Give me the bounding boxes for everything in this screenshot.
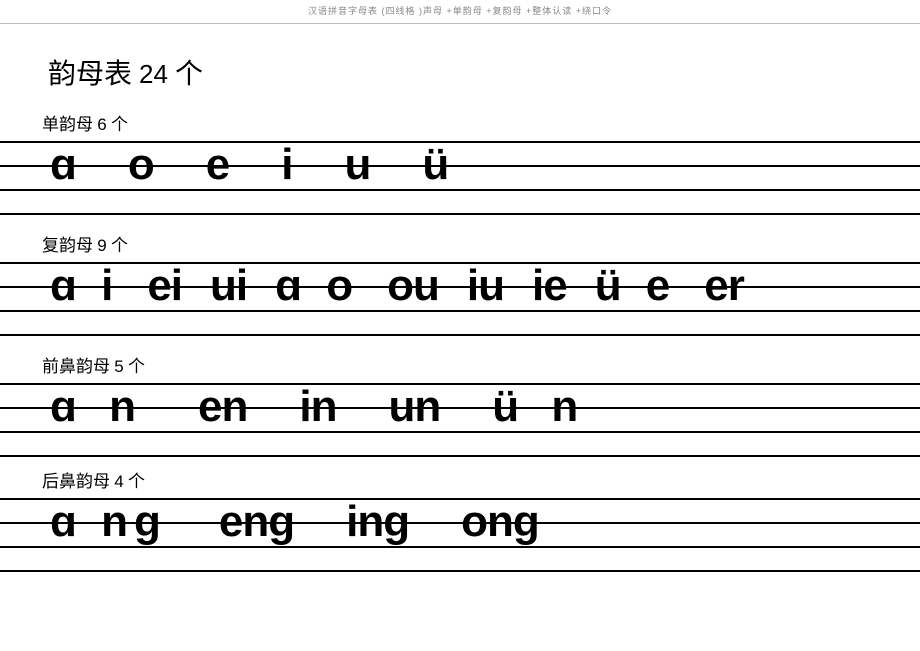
section-title-text: 复韵母 bbox=[42, 236, 93, 255]
section-unit: 个 bbox=[128, 357, 145, 376]
pinyin-item: ie bbox=[532, 262, 567, 310]
section-count: 5 bbox=[114, 357, 123, 376]
four-line-grid: ɑ o e i u ü bbox=[0, 141, 920, 213]
section-count: 4 bbox=[114, 472, 123, 491]
pinyin-item: u bbox=[345, 141, 371, 189]
section-title: 前鼻韵母 5 个 bbox=[0, 344, 920, 383]
page-header: 汉语拼音字母表 (四线格 )声母 +单韵母 +复韵母 +整体认读 +绕口令 bbox=[0, 0, 920, 21]
pinyin-item: enɡ bbox=[219, 498, 294, 546]
pinyin-item: ɑ nɡ bbox=[50, 498, 167, 546]
pinyin-item: o bbox=[128, 141, 154, 189]
pinyin-item: ou bbox=[387, 262, 439, 310]
section-back-nasal-finals: 后鼻韵母 4 个 ɑ nɡ enɡ inɡ onɡ bbox=[0, 459, 920, 570]
four-line-grid: ɑ n en in un ü n bbox=[0, 383, 920, 455]
pinyin-item: un bbox=[388, 383, 440, 431]
section-count: 6 bbox=[97, 115, 106, 134]
pinyin-item: ɑ n bbox=[50, 383, 146, 431]
main-title-text: 韵母表 bbox=[48, 59, 132, 90]
pinyin-item: ɑ o bbox=[275, 262, 359, 310]
pinyin-item: er bbox=[704, 262, 744, 310]
pinyin-item: en bbox=[198, 383, 247, 431]
four-line-grid: ɑ i ei ui ɑ o ou iu ie ü e er bbox=[0, 262, 920, 334]
section-title: 单韵母 6 个 bbox=[0, 102, 920, 141]
pinyin-item: e bbox=[206, 141, 229, 189]
pinyin-item: ɑ bbox=[50, 141, 76, 189]
section-compound-finals: 复韵母 9 个 ɑ i ei ui ɑ o ou iu ie ü e er bbox=[0, 223, 920, 334]
section-title: 后鼻韵母 4 个 bbox=[0, 459, 920, 498]
pinyin-row: ɑ o e i u ü bbox=[0, 141, 920, 213]
section-title: 复韵母 9 个 bbox=[0, 223, 920, 262]
pinyin-item: in bbox=[299, 383, 336, 431]
pinyin-item: onɡ bbox=[461, 498, 539, 546]
section-single-finals: 单韵母 6 个 ɑ o e i u ü bbox=[0, 102, 920, 213]
pinyin-item: i bbox=[281, 141, 292, 189]
section-front-nasal-finals: 前鼻韵母 5 个 ɑ n en in un ü n bbox=[0, 344, 920, 455]
section-title-text: 单韵母 bbox=[42, 115, 93, 134]
pinyin-item: ei bbox=[147, 262, 182, 310]
four-line-grid: ɑ nɡ enɡ inɡ onɡ bbox=[0, 498, 920, 570]
main-title-count: 24 bbox=[139, 59, 168, 89]
pinyin-row: ɑ nɡ enɡ inɡ onɡ bbox=[0, 498, 920, 570]
pinyin-item: iu bbox=[467, 262, 504, 310]
section-unit: 个 bbox=[111, 115, 128, 134]
pinyin-item: ui bbox=[210, 262, 247, 310]
main-title-unit: 个 bbox=[175, 59, 203, 90]
pinyin-item: ɑ i bbox=[50, 262, 119, 310]
section-unit: 个 bbox=[128, 472, 145, 491]
pinyin-item: ü e bbox=[595, 262, 677, 310]
pinyin-item: ü n bbox=[492, 383, 588, 431]
main-title: 韵母表 24 个 bbox=[0, 24, 920, 92]
section-title-text: 后鼻韵母 bbox=[42, 472, 110, 491]
pinyin-row: ɑ n en in un ü n bbox=[0, 383, 920, 455]
section-unit: 个 bbox=[111, 236, 128, 255]
pinyin-row: ɑ i ei ui ɑ o ou iu ie ü e er bbox=[0, 262, 920, 334]
section-count: 9 bbox=[97, 236, 106, 255]
pinyin-item: ü bbox=[422, 141, 448, 189]
section-title-text: 前鼻韵母 bbox=[42, 357, 110, 376]
pinyin-item: inɡ bbox=[346, 498, 409, 546]
